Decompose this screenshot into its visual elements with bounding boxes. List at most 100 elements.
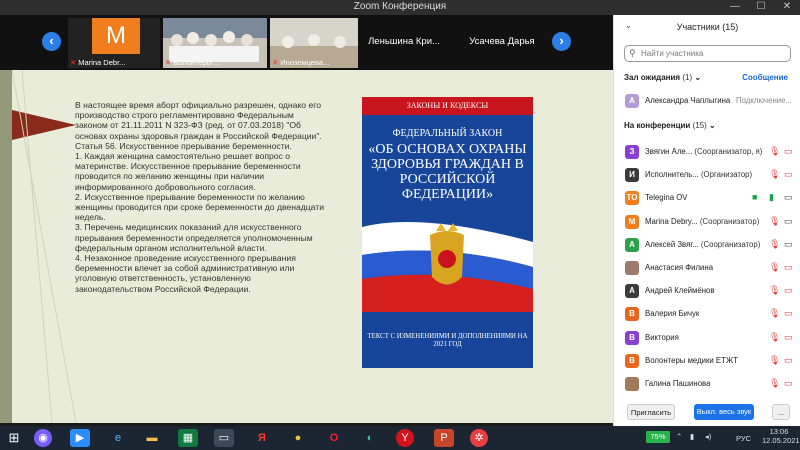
search-placeholder: Найти участника [641, 49, 704, 58]
mute-all-button[interactable]: Выкл. весь звук [694, 404, 754, 420]
slide-paragraph: 2. Искусственное прерывание беременности… [75, 191, 324, 223]
participants-title: Участники (15) [676, 22, 739, 32]
mic-on-icon[interactable]: ▮ [769, 192, 774, 203]
camera-on-icon[interactable]: ▭ [784, 216, 793, 227]
participant-name: Алексей Звяг... (Соорганизатор) [645, 239, 761, 249]
slide-text: В настоящее время аборт официально разре… [75, 100, 327, 294]
slide-paragraph: 4. Незаконное проведение искусственного … [75, 253, 296, 294]
strip-next-button[interactable]: › [552, 32, 571, 51]
close-button[interactable]: ✕ [774, 0, 800, 15]
monitor-icon[interactable]: ▭ [214, 429, 234, 447]
participants-panel: ⌄ Участники (15) ⚲ Найти участника Зал о… [613, 15, 800, 426]
camera-off-icon[interactable]: ▭ [784, 169, 793, 180]
network-icon[interactable]: ▮ [690, 432, 694, 441]
mic-muted-icon[interactable]: 🎙 [769, 239, 780, 250]
volume-icon[interactable]: ◂) [705, 432, 711, 441]
in-meeting-header[interactable]: На конференции (15) ⌄ [624, 121, 716, 130]
app-icon[interactable]: ✲ [470, 429, 488, 447]
store-icon[interactable]: ▦ [178, 429, 198, 447]
participant-row[interactable]: И Исполнитель... (Организатор) 🎙 ▭ [614, 164, 800, 186]
participant-row[interactable]: В Волонтеры медики ЕТЖТ 🎙 ▭ [614, 350, 800, 372]
mic-muted-icon[interactable]: 🎙 [769, 146, 780, 157]
participant-name: Marina Debry... (Соорганизатор) [645, 216, 760, 226]
participant-row[interactable]: Анастасия Филина 🎙 ▭ [614, 257, 800, 279]
mic-muted-icon[interactable]: 🎙 [769, 262, 780, 273]
video-strip: ‹ ✕ Marina Debr... M ✕ Волонтеры ... ✕ И… [0, 15, 613, 70]
camera-off-icon[interactable]: ▭ [784, 332, 793, 343]
video-tile[interactable]: Усачева Дарья [454, 18, 550, 68]
participant-name: Галина Пашинова [645, 379, 711, 388]
strip-prev-button[interactable]: ‹ [42, 32, 61, 51]
participant-name: Telegina OV [645, 193, 688, 203]
yandex-browser-icon[interactable]: Y [396, 429, 414, 447]
maximize-button[interactable]: ☐ [748, 0, 774, 15]
clock-date: 12.05.2021 [762, 436, 800, 445]
zoom-icon[interactable]: ▶ [70, 429, 90, 447]
language-indicator[interactable]: РУС [736, 434, 751, 443]
mic-muted-icon[interactable]: 🎙 [769, 332, 780, 343]
clock[interactable]: 13:06 12.05.2021 [762, 427, 800, 445]
camera-off-icon[interactable]: ▭ [784, 262, 793, 273]
book-footer: ТЕКСТ С ИЗМЕНЕНИЯМИ И ДОПОЛНЕНИЯМИ НА 20… [367, 333, 528, 348]
video-tile[interactable]: Леньшина Кри... [360, 18, 448, 68]
camera-off-icon[interactable]: ▭ [784, 378, 793, 389]
participant-row[interactable]: В Валерия Бичук 🎙 ▭ [614, 303, 800, 325]
powerpoint-icon[interactable]: P [434, 429, 454, 447]
camera-off-icon[interactable]: ▭ [784, 146, 793, 157]
more-button[interactable]: ... [772, 404, 790, 420]
camera-off-icon[interactable]: ▭ [784, 355, 793, 366]
participant-row[interactable]: TO Telegina OV ▮ ▭ ■ [614, 187, 800, 209]
waiting-room-header[interactable]: Зал ожидания (1) ⌄ [624, 73, 701, 82]
windows-taskbar: ⊞ ◉ ▶ e ▬ ▦ ▭ Я ● O ◐ Y P ✲ 75% ⌃ ▮ ◂) Р… [0, 426, 800, 450]
search-input[interactable]: ⚲ Найти участника [624, 45, 791, 62]
book-title-line1: ФЕДЕРАЛЬНЫЙ ЗАКОН [392, 128, 503, 139]
tray-up-icon[interactable]: ⌃ [676, 432, 682, 441]
folder-icon[interactable]: ▬ [142, 429, 162, 447]
participant-name: Анастасия Филина [645, 263, 714, 272]
participant-row[interactable]: M Marina Debry... (Соорганизатор) 🎙 ▭ [614, 211, 800, 233]
avatar: И [625, 168, 639, 183]
mic-muted-icon: ✕ [165, 58, 172, 67]
avatar: TO [625, 191, 639, 206]
tile-name: Леньшина Кри... [368, 36, 440, 47]
alice-icon[interactable]: ◉ [34, 429, 52, 447]
participant-row[interactable]: А Андрей Клеймёнов 🎙 ▭ [614, 280, 800, 302]
slide-decoration [12, 70, 77, 423]
zoom-window: Zoom Конференция — ☐ ✕ ‹ ✕ Marina Debr...… [0, 0, 800, 450]
video-tile[interactable]: ✕ Волонтеры ... [163, 18, 267, 68]
camera-on-icon[interactable]: ▭ [784, 239, 793, 250]
camera-off-icon[interactable]: ▭ [784, 285, 793, 296]
slide-paragraph: 3. Перечень медицинских показаний для ис… [75, 222, 313, 253]
waiting-participant-row[interactable]: А Александра Чаплыгина Подключение... [614, 90, 800, 112]
participant-name: Звягин Але... (Соорганизатор, я) [645, 147, 763, 156]
participant-name: Виктория [645, 332, 679, 342]
flag-wave-image [362, 222, 533, 312]
chrome-icon[interactable]: ● [288, 429, 308, 447]
book-series: ЗАКОНЫ И КОДЕКСЫ [362, 97, 533, 115]
invite-button[interactable]: Пригласить [627, 404, 675, 420]
ie-icon[interactable]: e [108, 429, 128, 447]
yandex-icon[interactable]: Я [252, 429, 272, 447]
participant-row[interactable]: А Алексей Звяг... (Соорганизатор) 🎙 ▭ [614, 234, 800, 256]
camera-off-icon[interactable]: ▭ [784, 308, 793, 319]
battery-indicator[interactable]: 75% [646, 431, 670, 443]
avatar [625, 261, 639, 275]
mic-muted-icon[interactable]: 🎙 [769, 169, 780, 180]
participant-row[interactable]: З Звягин Але... (Соорганизатор, я) 🎙 ▭ [614, 141, 800, 163]
minimize-button[interactable]: — [722, 0, 748, 15]
camera-on-icon[interactable]: ▭ [784, 192, 793, 203]
mic-muted-icon[interactable]: 🎙 [769, 355, 780, 366]
windows-start-icon[interactable]: ⊞ [4, 429, 24, 447]
mic-muted-icon[interactable]: 🎙 [769, 308, 780, 319]
waiting-message-link[interactable]: Сообщение [742, 73, 788, 82]
mic-muted-icon[interactable]: 🎙 [769, 285, 780, 296]
mic-muted-icon[interactable]: 🎙 [769, 216, 780, 227]
edge-icon[interactable]: ◐ [360, 429, 380, 447]
participant-row[interactable]: Галина Пашинова 🎙 ▭ [614, 373, 800, 395]
video-tile[interactable]: ✕ Иноземцева... [270, 18, 358, 68]
participant-row[interactable]: В Виктория 🎙 ▭ [614, 327, 800, 349]
opera-icon[interactable]: O [324, 429, 344, 447]
avatar: А [625, 284, 639, 299]
mic-muted-icon[interactable]: 🎙 [769, 378, 780, 389]
clock-time: 13:06 [769, 427, 789, 436]
